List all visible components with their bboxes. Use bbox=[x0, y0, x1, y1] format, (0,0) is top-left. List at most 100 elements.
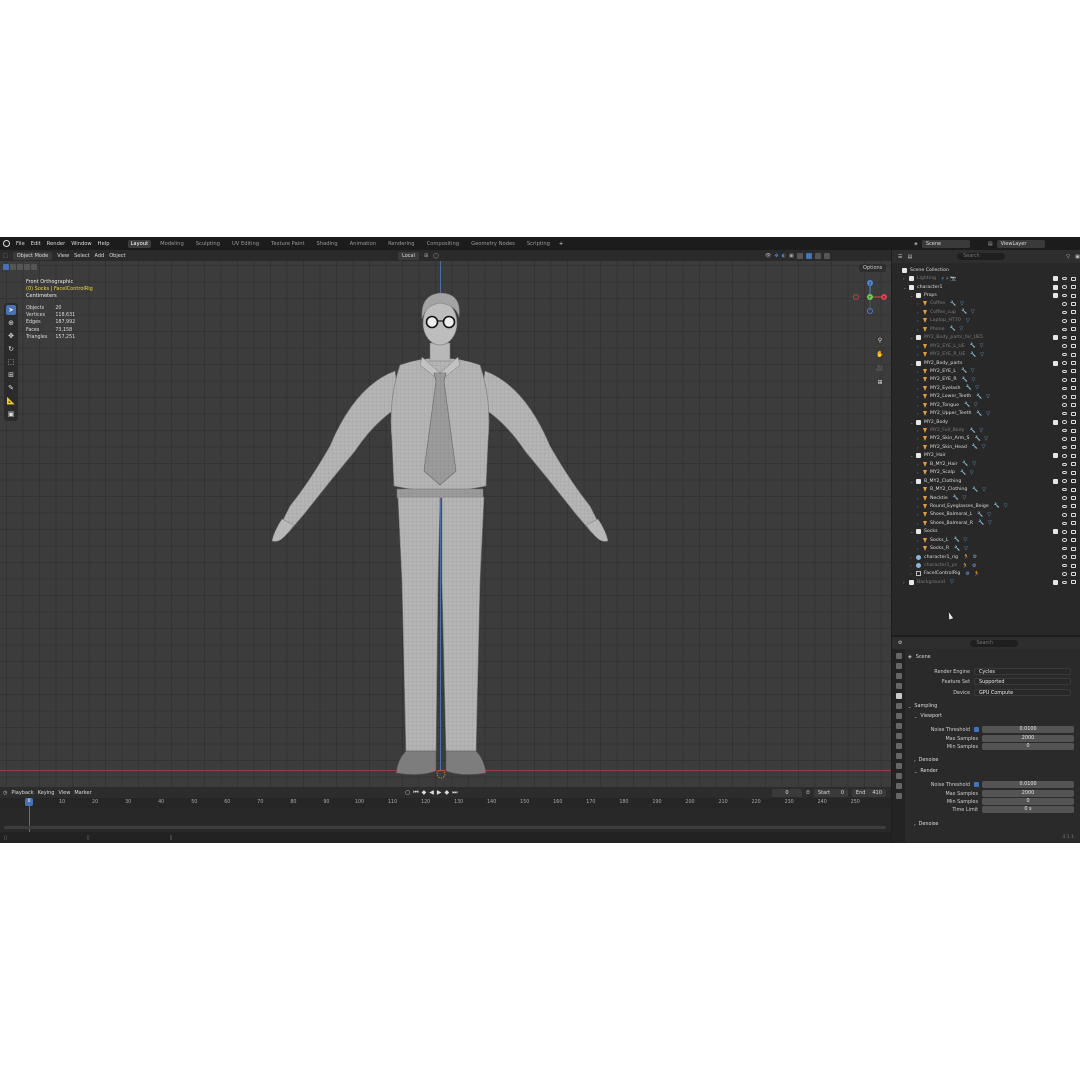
eye-icon[interactable] bbox=[1062, 563, 1067, 568]
eye-icon[interactable] bbox=[1062, 496, 1067, 500]
outliner-row[interactable]: › Socks_L 🔧 ▽ bbox=[892, 536, 1080, 544]
camera-icon[interactable] bbox=[1071, 487, 1076, 492]
camera-icon[interactable] bbox=[1071, 580, 1076, 585]
add-workspace-button[interactable]: + bbox=[559, 241, 563, 247]
shading-wireframe-icon[interactable] bbox=[796, 252, 803, 259]
display-mode-icon[interactable]: ▤ bbox=[907, 254, 912, 260]
outliner-editor-type-icon[interactable]: ☰ bbox=[898, 254, 902, 260]
outliner-row[interactable]: › B_MY2_Hair 🔧 ▽ bbox=[892, 460, 1080, 468]
filter-icon[interactable]: ▽ bbox=[1066, 254, 1070, 260]
add-cube-tool-icon[interactable]: ▣ bbox=[6, 409, 16, 419]
play-icon[interactable]: ▶ bbox=[437, 789, 442, 796]
eye-icon[interactable] bbox=[1062, 555, 1067, 559]
camera-icon[interactable] bbox=[1071, 377, 1076, 382]
particles-tab-icon[interactable] bbox=[895, 743, 902, 749]
device-dropdown[interactable]: GPU Compute bbox=[974, 689, 1071, 696]
jump-end-icon[interactable]: ⏭ bbox=[452, 789, 457, 797]
tab-uv-editing[interactable]: UV Editing bbox=[229, 240, 262, 248]
r-noise-threshold-checkbox[interactable] bbox=[974, 782, 979, 787]
outliner-row[interactable]: › character1_rig 🏃 ⚙ bbox=[892, 553, 1080, 561]
menu-timeline-view[interactable]: View bbox=[58, 790, 70, 796]
overlays-icon[interactable]: ◐ bbox=[782, 253, 786, 259]
chevron-down-icon[interactable]: ⌄ bbox=[910, 293, 915, 298]
outliner-row[interactable]: › MY2_Eyelash 🔧 ▽ bbox=[892, 384, 1080, 392]
menu-view[interactable]: View bbox=[57, 253, 69, 259]
outliner-row[interactable]: › Shoes_Balmoral_L 🔧 ▽ bbox=[892, 511, 1080, 519]
tab-rendering[interactable]: Rendering bbox=[385, 240, 418, 248]
camera-icon[interactable] bbox=[1071, 453, 1076, 458]
chevron-right-icon[interactable]: › bbox=[903, 580, 908, 585]
select-invert-mode-icon[interactable] bbox=[24, 263, 30, 270]
camera-icon[interactable] bbox=[1071, 546, 1076, 551]
outliner-row[interactable]: › Socks_R 🔧 ▽ bbox=[892, 544, 1080, 552]
chevron-down-icon[interactable]: ⌄ bbox=[910, 479, 915, 484]
outliner-row[interactable]: ⌄ MY2_Body_parts bbox=[892, 359, 1080, 367]
menu-keying[interactable]: Keying bbox=[38, 790, 55, 796]
chevron-right-icon[interactable]: › bbox=[917, 521, 922, 526]
jump-start-icon[interactable]: ⏮ bbox=[413, 789, 418, 797]
zoom-icon[interactable]: ⚲ bbox=[875, 335, 885, 345]
chevron-right-icon[interactable]: › bbox=[917, 301, 922, 306]
shading-material-icon[interactable] bbox=[814, 252, 821, 259]
tab-compositing[interactable]: Compositing bbox=[424, 240, 463, 248]
camera-icon[interactable] bbox=[1071, 394, 1076, 399]
mode-selector[interactable]: Object Mode bbox=[12, 251, 53, 260]
outliner-row[interactable]: ⌄ Socks bbox=[892, 528, 1080, 536]
camera-icon[interactable] bbox=[1071, 352, 1076, 357]
exclude-checkbox[interactable] bbox=[1053, 284, 1058, 290]
eye-icon[interactable] bbox=[1062, 411, 1067, 416]
camera-icon[interactable] bbox=[1071, 555, 1076, 560]
view-layer-icon[interactable]: ▤ bbox=[988, 241, 993, 247]
select-intersect-mode-icon[interactable] bbox=[31, 263, 37, 270]
exclude-checkbox[interactable] bbox=[1053, 579, 1058, 585]
chevron-right-icon[interactable]: › bbox=[917, 496, 922, 501]
camera-icon[interactable] bbox=[1071, 403, 1076, 408]
physics-tab-icon[interactable] bbox=[895, 753, 902, 759]
chevron-right-icon[interactable]: › bbox=[917, 462, 922, 467]
chevron-down-icon[interactable]: ⌄ bbox=[910, 361, 915, 366]
denoise-subpanel-header[interactable]: › Denoise bbox=[914, 757, 938, 763]
annotate-tool-icon[interactable]: ✎ bbox=[6, 383, 16, 393]
object-tab-icon[interactable] bbox=[895, 723, 902, 729]
eye-icon[interactable] bbox=[1062, 378, 1067, 382]
eye-icon[interactable] bbox=[1062, 420, 1067, 424]
eye-icon[interactable] bbox=[1062, 276, 1067, 281]
chevron-right-icon[interactable]: › bbox=[917, 436, 922, 441]
eye-icon[interactable] bbox=[1062, 572, 1067, 576]
exclude-checkbox[interactable] bbox=[1053, 360, 1058, 366]
camera-icon[interactable] bbox=[1071, 420, 1076, 425]
camera-icon[interactable] bbox=[1071, 470, 1076, 475]
sampling-panel-header[interactable]: ⌄ Sampling bbox=[908, 703, 937, 709]
eye-icon[interactable] bbox=[1062, 546, 1067, 551]
denoise-render-subpanel-header[interactable]: › Denoise bbox=[914, 821, 938, 827]
navigation-gizmo[interactable]: Z X Y bbox=[852, 279, 888, 315]
chevron-down-icon[interactable]: ⌄ bbox=[910, 529, 915, 534]
feature-set-dropdown[interactable]: Supported bbox=[974, 678, 1071, 685]
chevron-right-icon[interactable]: › bbox=[917, 546, 922, 551]
eye-icon[interactable] bbox=[1062, 445, 1067, 450]
camera-icon[interactable] bbox=[1071, 521, 1076, 526]
outliner-row[interactable]: › MY2_Scalp 🔧 ▽ bbox=[892, 469, 1080, 477]
eye-icon[interactable] bbox=[1062, 513, 1067, 517]
chevron-right-icon[interactable]: › bbox=[917, 445, 922, 450]
outliner-row[interactable]: › Lighting ⚡⚡📷 bbox=[892, 274, 1080, 282]
camera-icon[interactable] bbox=[1071, 344, 1076, 349]
timeline-editor-type-icon[interactable]: ◷ bbox=[3, 790, 7, 796]
outliner-row[interactable]: › MY2_Tongue 🔧 ▽ bbox=[892, 401, 1080, 409]
camera-icon[interactable] bbox=[1071, 386, 1076, 391]
pan-hand-icon[interactable]: ✋ bbox=[875, 349, 885, 359]
render-subpanel-header[interactable]: ⌄ Render bbox=[914, 768, 938, 774]
end-frame-field[interactable]: End 410 bbox=[851, 788, 886, 797]
world-tab-icon[interactable] bbox=[895, 703, 902, 709]
outliner-row[interactable]: ⌄ MY2_Body_parts_for_UE5 bbox=[892, 334, 1080, 342]
tab-modeling[interactable]: Modeling bbox=[157, 240, 187, 248]
outliner-row[interactable]: ⌄ B_MY2_Clothing bbox=[892, 477, 1080, 485]
time-limit-field[interactable]: 0 s bbox=[982, 806, 1074, 813]
menu-window[interactable]: Window bbox=[71, 241, 91, 247]
tab-scripting[interactable]: Scripting bbox=[524, 240, 553, 248]
view-layer-tab-icon[interactable] bbox=[895, 683, 902, 689]
editor-type-icon[interactable]: ⬚ bbox=[3, 253, 8, 259]
output-tab-icon[interactable] bbox=[895, 673, 902, 679]
scene-icon[interactable]: ◈ bbox=[914, 241, 918, 247]
outliner-row[interactable]: ⌄ MY2_Body bbox=[892, 418, 1080, 426]
